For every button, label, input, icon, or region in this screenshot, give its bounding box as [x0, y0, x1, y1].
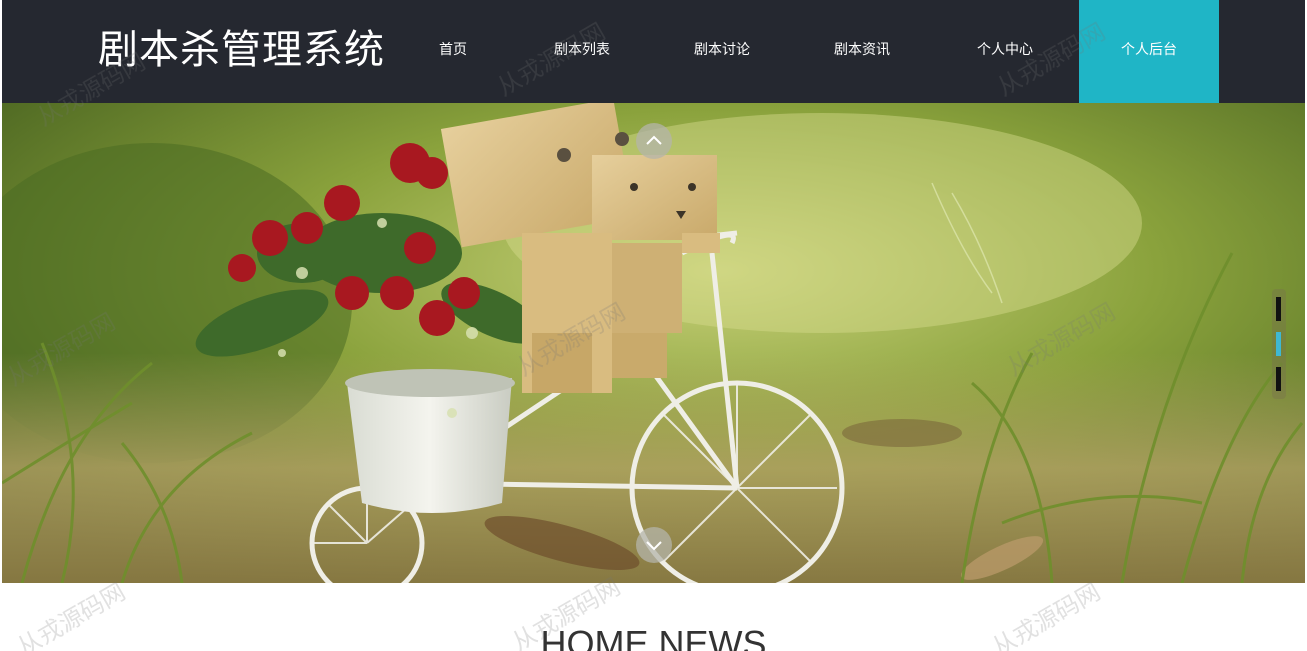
banner-carousel[interactable] [2, 103, 1305, 583]
banner-dot-2[interactable] [1276, 332, 1281, 356]
chevron-up-icon [646, 135, 662, 145]
page: 剧本杀管理系统 首页 剧本列表 剧本讨论 剧本资讯 个人中心 个人后台 HOME… [0, 0, 1307, 651]
site-title[interactable]: 剧本杀管理系统 [98, 23, 385, 77]
nav-script-news[interactable]: 剧本资讯 [817, 0, 907, 103]
chevron-down-icon [646, 541, 662, 551]
nav-home[interactable]: 首页 [418, 0, 488, 103]
nav-personal-center[interactable]: 个人中心 [960, 0, 1050, 103]
banner-pagination [1272, 289, 1286, 399]
banner-image [2, 103, 1305, 583]
banner-dot-3[interactable] [1276, 367, 1281, 391]
banner-next-button[interactable] [636, 527, 672, 563]
nav-script-list[interactable]: 剧本列表 [537, 0, 627, 103]
home-news-title: HOME NEWS [540, 623, 767, 651]
nav-script-discussion[interactable]: 剧本讨论 [677, 0, 767, 103]
banner-prev-button[interactable] [636, 123, 672, 159]
top-header: 剧本杀管理系统 首页 剧本列表 剧本讨论 剧本资讯 个人中心 个人后台 [2, 0, 1305, 103]
nav-personal-backend[interactable]: 个人后台 [1079, 0, 1219, 103]
banner-dot-1[interactable] [1276, 297, 1281, 321]
